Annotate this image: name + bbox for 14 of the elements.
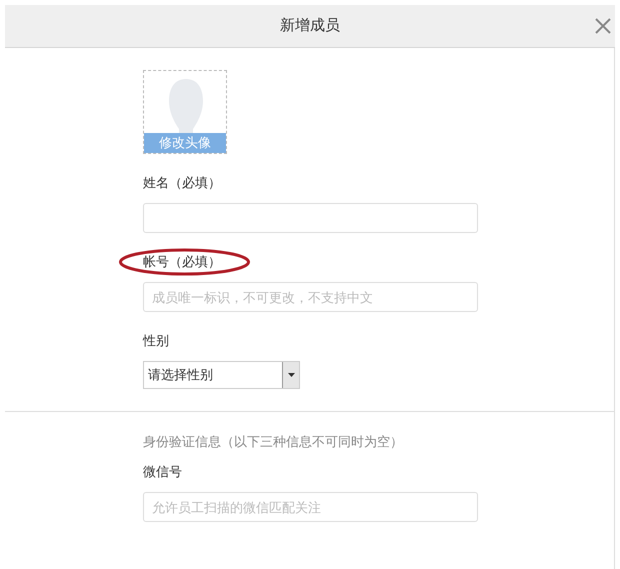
caret-icon: [288, 373, 294, 377]
input-field[interactable]: [143, 203, 478, 233]
avatar-silhouette-icon: [166, 79, 206, 135]
input-field[interactable]: 成员唯一标识，不可更改，不支持中文: [143, 282, 478, 312]
field-label: 姓名（必填）: [143, 174, 221, 192]
field-label: 微信号: [143, 463, 182, 482]
close-icon: [595, 18, 611, 34]
field-label: 帐号（必填）: [143, 253, 221, 272]
field-label: 性别: [143, 332, 169, 350]
dialog-title: 新增成员: [280, 16, 340, 36]
gender-select[interactable]: 请选择性别: [143, 361, 300, 389]
close-button[interactable]: [593, 16, 613, 36]
verification-note: 身份验证信息（以下三种信息不可同时为空）: [143, 433, 404, 451]
input-field[interactable]: 允许员工扫描的微信匹配关注: [143, 492, 478, 522]
